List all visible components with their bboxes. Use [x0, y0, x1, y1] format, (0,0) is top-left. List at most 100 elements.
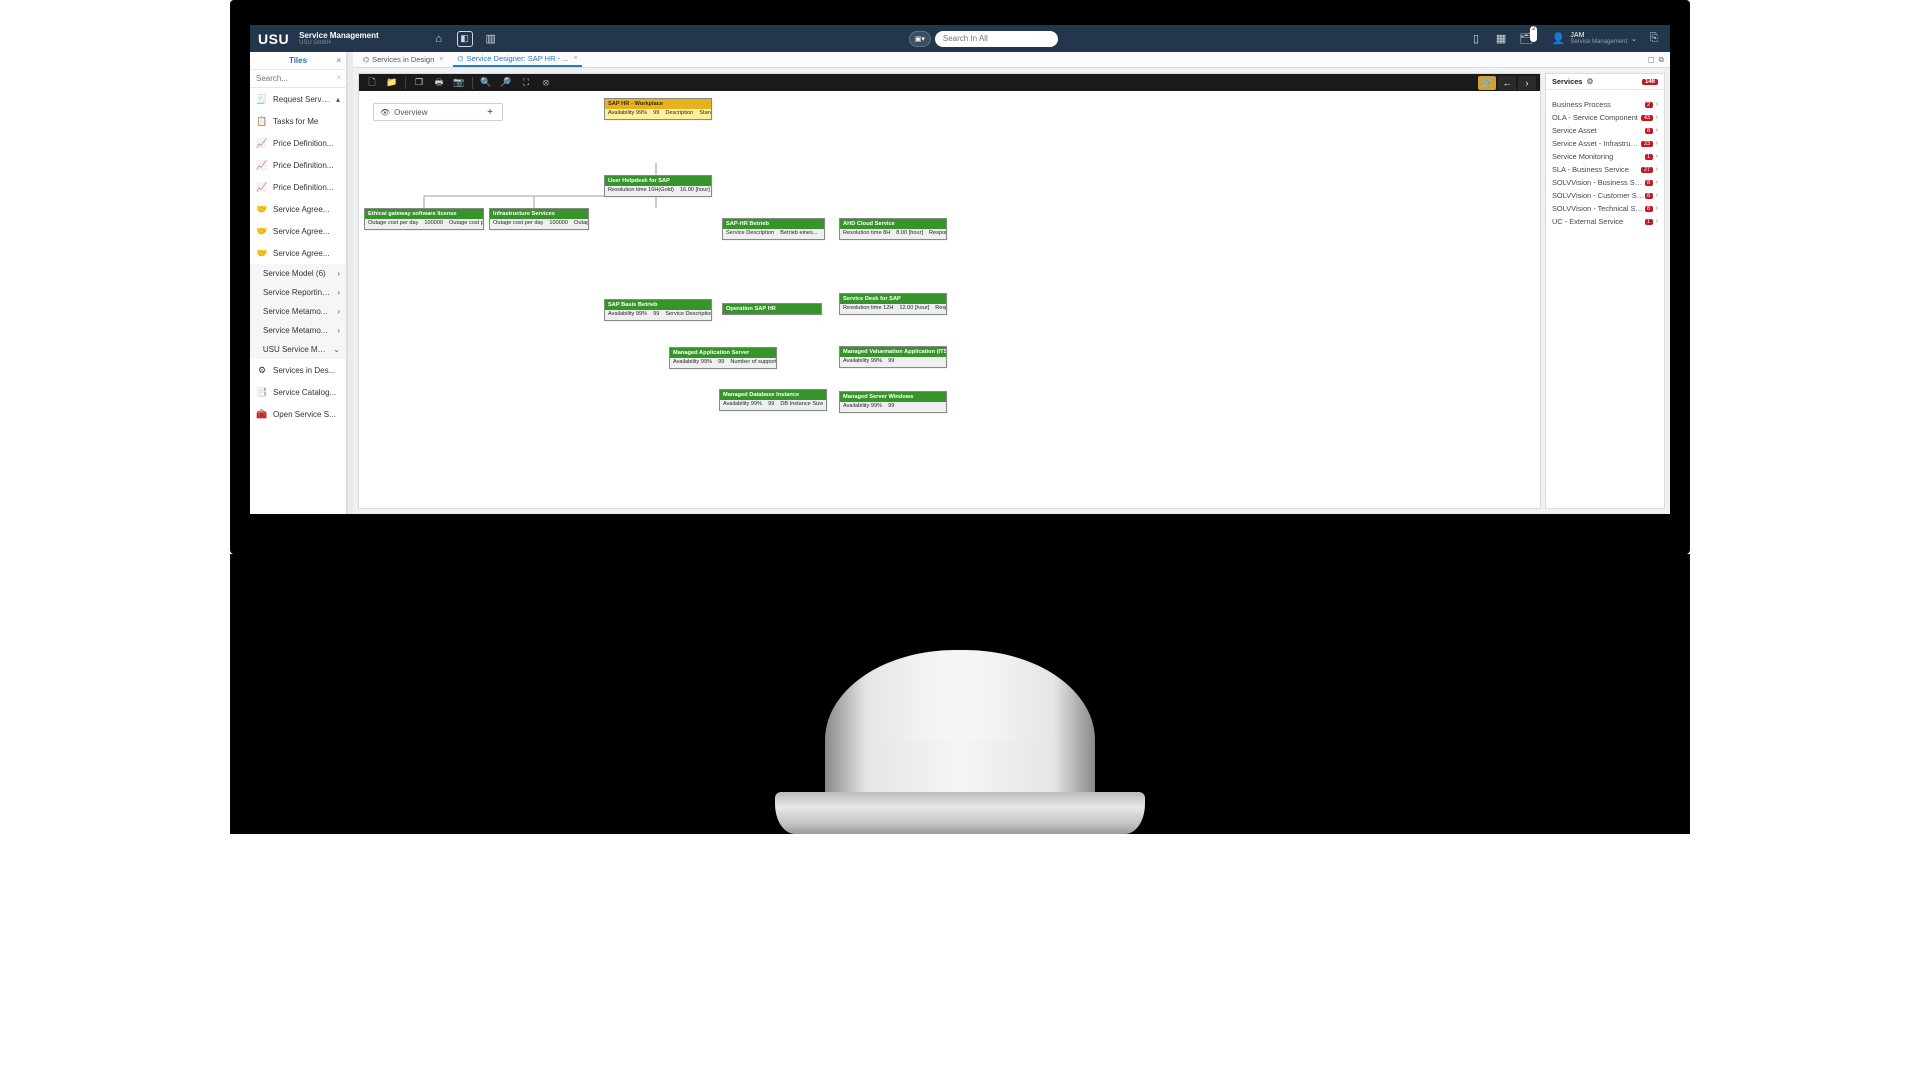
service-category-label: SLA - Business Service [1552, 165, 1629, 174]
diagram-node[interactable]: Infrastructure ServicesOutage cost per d… [489, 208, 589, 230]
diagram-node[interactable]: Managed Server WindowsAvailability 99%99 [839, 391, 947, 413]
sidebar-item[interactable]: 📋Tasks for Me [250, 110, 346, 132]
service-category-item[interactable]: SOLVVision - Technical Service8› [1546, 202, 1664, 215]
sidebar-item[interactable]: Service Reporting...› [250, 283, 346, 302]
logout-icon[interactable]: ⎘ [1646, 31, 1662, 47]
dashboard-icon[interactable]: ◧ [457, 31, 473, 47]
diagram-canvas[interactable]: 👁 Overview + [359, 91, 1540, 508]
sidebar-item[interactable]: 📈Price Definition... [250, 154, 346, 176]
clear-icon[interactable]: × [336, 73, 341, 82]
sidebar-item-label: Request Service [273, 95, 331, 104]
diagram-node[interactable]: User Helpdesk for SAPResolution time 16H… [604, 175, 712, 197]
chevron-right-icon: › [1656, 166, 1658, 173]
sidebar-item[interactable]: USU Service Man...⌄ [250, 340, 346, 359]
popout-icon[interactable]: ⧉ [1659, 55, 1664, 65]
sidebar-item[interactable]: 🤝Service Agree... [250, 220, 346, 242]
service-category-item[interactable]: OLA - Service Component43› [1546, 111, 1664, 124]
diagram-node[interactable]: Managed Application ServerAvailability 9… [669, 347, 777, 369]
sidebar-item[interactable]: 🤝Service Agree... [250, 198, 346, 220]
print-icon[interactable]: 🖶 [430, 76, 448, 90]
service-category-item[interactable]: SLA - Business Service27› [1546, 163, 1664, 176]
tab-icon: ⌬ [363, 56, 369, 64]
camera-icon[interactable]: 📷 [450, 76, 468, 90]
home-icon[interactable]: ⌂ [431, 31, 447, 47]
diagram-node[interactable]: SAP-HR BetriebService DescriptionBetrieb… [722, 218, 825, 240]
node-body: Resolution time 8H8.00 [hour]Response ti… [840, 229, 946, 239]
sidebar-item-label: Service Agree... [273, 227, 329, 236]
back-arrow-icon[interactable]: ← [1498, 76, 1516, 90]
grid-icon[interactable]: ▦ [1493, 31, 1509, 47]
chevron-right-icon: › [1656, 114, 1658, 121]
sidebar-item[interactable]: 📈Price Definition... [250, 132, 346, 154]
diagram-node[interactable]: Ethical gateway software licenseOutage c… [364, 208, 484, 230]
tab[interactable]: ⌬Services in Design× [359, 52, 447, 67]
diagram-node[interactable]: Operation SAP HR [722, 303, 822, 315]
diagram-node[interactable]: AHD Cloud ServiceResolution time 8H8.00 … [839, 218, 947, 240]
diagram-node[interactable]: Managed Valuemation Application (ITSM)Av… [839, 346, 947, 368]
global-search[interactable]: ▣▾ [909, 31, 1058, 47]
service-category-item[interactable]: Service Monitoring1› [1546, 150, 1664, 163]
sidebar-item[interactable]: Service Model (6)› [250, 264, 346, 283]
node-body: Availability 99%99 [840, 357, 946, 367]
count-badge: 8 [1645, 193, 1653, 199]
stats-icon[interactable]: ▥ [483, 31, 499, 47]
count-badge: 2 [1645, 102, 1653, 108]
bookmark-icon[interactable]: ▯ [1468, 31, 1484, 47]
close-icon[interactable]: × [439, 56, 443, 63]
sidebar-item[interactable]: 🧰Open Service S... [250, 403, 346, 425]
sidebar-search-input[interactable] [250, 70, 346, 88]
sidebar-item-icon: 📈 [256, 181, 268, 193]
sidebar-item-label: Service Catalog... [273, 388, 336, 397]
diagram-node[interactable]: Managed Database InstanceAvailability 99… [719, 389, 827, 411]
sidebar-item[interactable]: 🤝Service Agree... [250, 242, 346, 264]
service-category-label: Service Asset - Infrastructure [1552, 139, 1641, 148]
sidebar-item-icon: 📈 [256, 137, 268, 149]
service-category-item[interactable]: Business Process2› [1546, 98, 1664, 111]
sidebar-item[interactable]: 📑Service Catalog... [250, 381, 346, 403]
count-badge: 23 [1641, 141, 1652, 147]
chevron-down-icon: ⌄ [1631, 35, 1637, 43]
chevron-right-icon: › [1656, 101, 1658, 108]
sidebar-item[interactable]: Service Metamo...› [250, 302, 346, 321]
forward-arrow-icon[interactable]: › [1518, 76, 1536, 90]
search-scope-toggle[interactable]: ▣▾ [909, 31, 931, 47]
count-badge: 8 [1645, 206, 1653, 212]
copy-icon[interactable]: ❐ [410, 76, 428, 90]
diagram-node[interactable]: Service Desk for SAPResolution time 12H1… [839, 293, 947, 315]
service-category-item[interactable]: SOLVVision - Business Service8› [1546, 176, 1664, 189]
reset-icon[interactable]: ⦻ [537, 76, 555, 90]
service-category-item[interactable]: UC - External Service1› [1546, 215, 1664, 228]
open-icon[interactable]: 📁 [383, 76, 401, 90]
sidebar-item-icon: 🤝 [256, 247, 268, 259]
sidebar-item[interactable]: 📈Price Definition... [250, 176, 346, 198]
user-menu[interactable]: 👤 JAM Service Management ⌄ [1550, 31, 1637, 47]
fit-icon[interactable]: ⛶ [517, 76, 535, 90]
sidebar-item-label: Service Reporting... [263, 288, 332, 297]
expand-icon[interactable]: ▢ [1648, 55, 1655, 65]
count-badge: 1 [1645, 154, 1653, 160]
sidebar-item[interactable]: 🧾Request Service▴ [250, 88, 346, 110]
diagram-node[interactable]: SAP Basis BetriebAvailability 99%99Servi… [604, 299, 712, 321]
service-category-label: Service Monitoring [1552, 152, 1613, 161]
canvas-toolbar: 🗋 📁 ❐ 🖶 📷 🔍 🔎 ⛶ ⦻ [359, 74, 1540, 91]
tab[interactable]: ⌬Service Designer: SAP HR - ...× [453, 52, 581, 67]
node-body: Resolution time 12H12.00 [hour]Response … [840, 304, 946, 314]
gear-icon[interactable]: ⚙ [1586, 77, 1593, 86]
close-icon[interactable]: × [336, 56, 341, 65]
services-panel-title: Services [1552, 77, 1582, 86]
service-category-item[interactable]: Service Asset8› [1546, 124, 1664, 137]
new-icon[interactable]: 🗋 [363, 76, 381, 90]
node-title: Managed Server Windows [840, 392, 946, 402]
close-icon[interactable]: × [573, 55, 577, 62]
search-input[interactable] [935, 31, 1058, 47]
service-category-item[interactable]: Service Asset - Infrastructure23 › [1546, 137, 1664, 150]
service-category-item[interactable]: SOLVVision - Customer Service8› [1546, 189, 1664, 202]
sidebar-item[interactable]: Service Metamo...› [250, 321, 346, 340]
zoom-out-icon[interactable]: 🔎 [497, 76, 515, 90]
link-icon[interactable]: 🔗 [1478, 76, 1496, 90]
diagram-node[interactable]: SAP HR - WorkplaceAvailability 99%99Desc… [604, 98, 712, 120]
sidebar-item-label: USU Service Man... [263, 345, 328, 354]
sidebar-item[interactable]: ⚙Services in Des... [250, 359, 346, 381]
zoom-in-icon[interactable]: 🔍 [477, 76, 495, 90]
chevron-right-icon: › [1656, 140, 1658, 147]
